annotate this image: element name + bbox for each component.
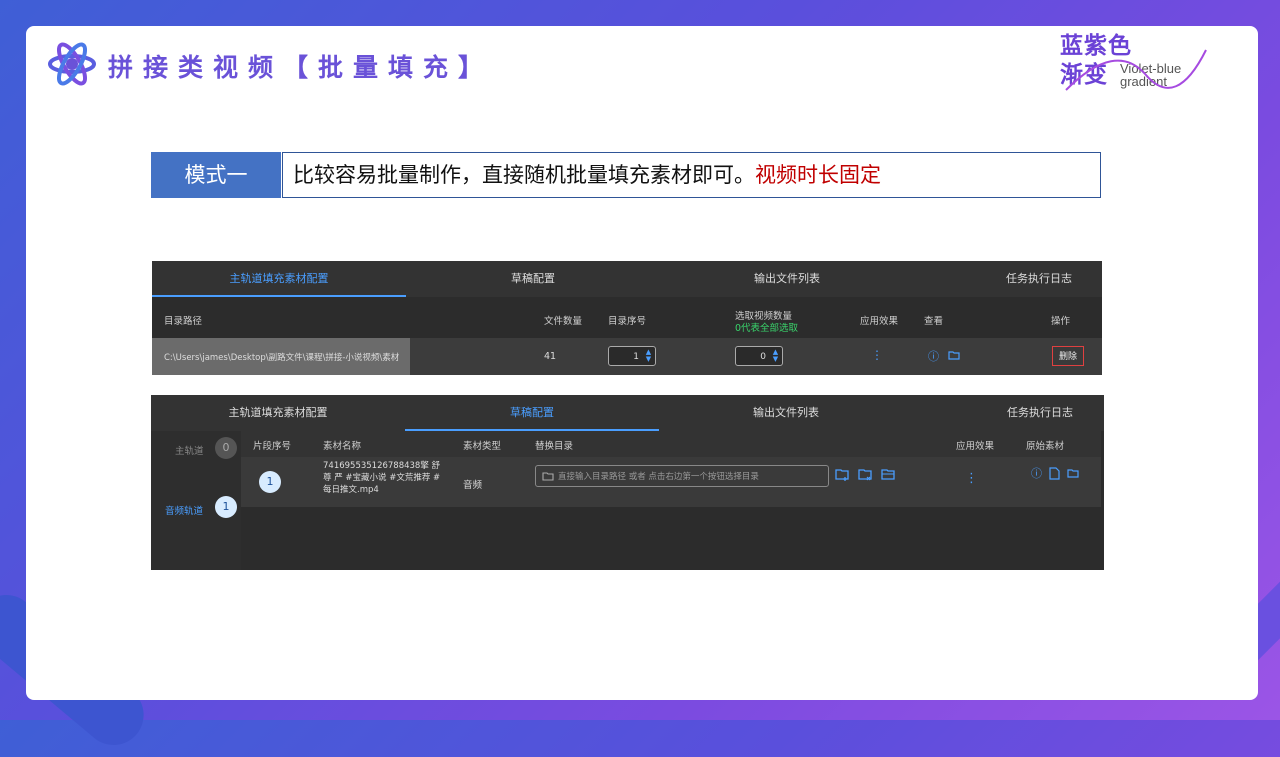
stepper-arrows-icon[interactable]: ▲ ▼	[772, 349, 779, 363]
table-empty-area	[241, 507, 1104, 570]
atom-logo-icon	[48, 42, 96, 86]
table-row: 1 741695535126788438擎 舒 尊 严 #宝藏小说 #文荒推荐 …	[241, 457, 1101, 507]
header-effect: 应用效果	[956, 441, 995, 452]
folder-icon	[542, 472, 554, 481]
stepper-arrows-icon[interactable]: ▲ ▼	[645, 349, 652, 363]
material-name-line2: 尊 严 #宝藏小说 #文荒推荐 #	[323, 473, 441, 483]
tab-draft[interactable]: 草稿配置	[406, 261, 660, 297]
tab-bar: 主轨道填充素材配置 草稿配置 输出文件列表 任务执行日志	[151, 395, 1104, 431]
sidebar-item-audio-track[interactable]: 音频轨道 1	[151, 493, 243, 523]
tab-main-track[interactable]: 主轨道填充素材配置	[151, 395, 405, 431]
replace-dir-input[interactable]: 直接输入目录路径 或者 点击右边第一个按钮选择目录	[535, 465, 829, 487]
header-pick-note: 0代表全部选取	[735, 323, 799, 334]
header-action: 操作	[1051, 316, 1071, 327]
header-original: 原始素材	[1026, 441, 1065, 452]
header-replace: 替换目录	[535, 441, 574, 452]
mode-label: 模式一	[151, 152, 281, 198]
header-type: 素材类型	[463, 441, 502, 452]
info-icon[interactable]: ⓘ	[928, 348, 939, 364]
replace-dir-placeholder: 直接输入目录路径 或者 点击右边第一个按钮选择目录	[558, 472, 759, 482]
brand-swoosh-icon	[1065, 49, 1207, 91]
info-icon[interactable]: ⓘ	[1031, 465, 1042, 481]
brand-badge: 蓝紫色 渐变 Violet-blue gradient	[1056, 30, 1226, 100]
config-panel-1: 主轨道填充素材配置 草稿配置 输出文件列表 任务执行日志 目录路径 文件数量 目…	[152, 261, 1102, 375]
mode-description: 比较容易批量制作，直接随机批量填充素材即可。视频时长固定	[282, 152, 1101, 198]
path-text: C:\Users\james\Desktop\副路文件\课程\拼接-小说视频\素…	[164, 353, 400, 363]
tab-main-track[interactable]: 主轨道填充素材配置	[152, 261, 406, 297]
material-name-line1: 741695535126788438擎 舒	[323, 461, 441, 471]
header-view: 查看	[924, 316, 944, 327]
header-count: 文件数量	[544, 316, 583, 327]
material-name-line3: 每日推文.mp4	[323, 485, 379, 495]
tab-bar: 主轨道填充素材配置 草稿配置 输出文件列表 任务执行日志	[152, 261, 1102, 297]
folder-icon[interactable]	[948, 350, 960, 360]
sidebar-item-label: 音频轨道	[165, 506, 204, 517]
config-panel-2: 主轨道填充素材配置 草稿配置 输出文件列表 任务执行日志 主轨道 0 音频轨道 …	[151, 395, 1104, 570]
sidebar-item-main-track[interactable]: 主轨道 0	[151, 437, 241, 461]
table-row: C:\Users\james\Desktop\副路文件\课程\拼接-小说视频\素…	[152, 338, 1102, 375]
track-badge: 0	[215, 437, 237, 459]
header-name: 素材名称	[323, 441, 362, 452]
folder-open-icon[interactable]	[881, 468, 896, 481]
mode-desc-text: 比较容易批量制作，直接随机批量填充素材即可。	[293, 163, 755, 187]
slide: 拼接类视频【批量填充】 蓝紫色 渐变 Violet-blue gradient …	[26, 26, 1258, 700]
tab-log[interactable]: 任务执行日志	[912, 261, 1166, 297]
pick-stepper[interactable]: 0 ▲ ▼	[735, 346, 783, 366]
sidebar-item-label: 主轨道	[175, 446, 204, 457]
mode-box: 模式一 比较容易批量制作，直接随机批量填充素材即可。视频时长固定	[151, 152, 1101, 198]
delete-button[interactable]: 删除	[1052, 346, 1084, 366]
folder-icon[interactable]	[1067, 468, 1079, 478]
page-title: 拼接类视频【批量填充】	[108, 53, 494, 82]
index-value: 1	[633, 352, 639, 362]
table-header: 片段序号 素材名称 素材类型 替换目录 应用效果 原始素材	[241, 431, 1101, 457]
file-icon[interactable]	[1049, 467, 1060, 480]
more-options-icon[interactable]: ⋮	[965, 471, 978, 486]
tab-log[interactable]: 任务执行日志	[913, 395, 1167, 431]
folder-add-icon[interactable]	[835, 468, 850, 481]
mode-desc-highlight: 视频时长固定	[755, 163, 881, 187]
more-options-icon[interactable]: ⋮	[871, 348, 883, 362]
header-effect: 应用效果	[860, 316, 899, 327]
file-count: 41	[544, 351, 557, 362]
material-name: 741695535126788438擎 舒 尊 严 #宝藏小说 #文荒推荐 # …	[323, 460, 440, 496]
tab-output[interactable]: 输出文件列表	[659, 395, 913, 431]
material-type: 音频	[463, 480, 483, 491]
segment-badge: 1	[259, 471, 281, 493]
index-stepper[interactable]: 1 ▲ ▼	[608, 346, 656, 366]
track-badge: 1	[215, 496, 237, 518]
folder-remove-icon[interactable]	[858, 468, 873, 481]
header-seg: 片段序号	[253, 441, 292, 452]
header-path: 目录路径	[164, 316, 203, 327]
tab-output[interactable]: 输出文件列表	[660, 261, 914, 297]
tab-draft[interactable]: 草稿配置	[405, 395, 659, 431]
header-index: 目录序号	[608, 316, 647, 327]
pick-value: 0	[760, 352, 766, 362]
track-sidebar: 主轨道 0 音频轨道 1	[151, 431, 243, 570]
